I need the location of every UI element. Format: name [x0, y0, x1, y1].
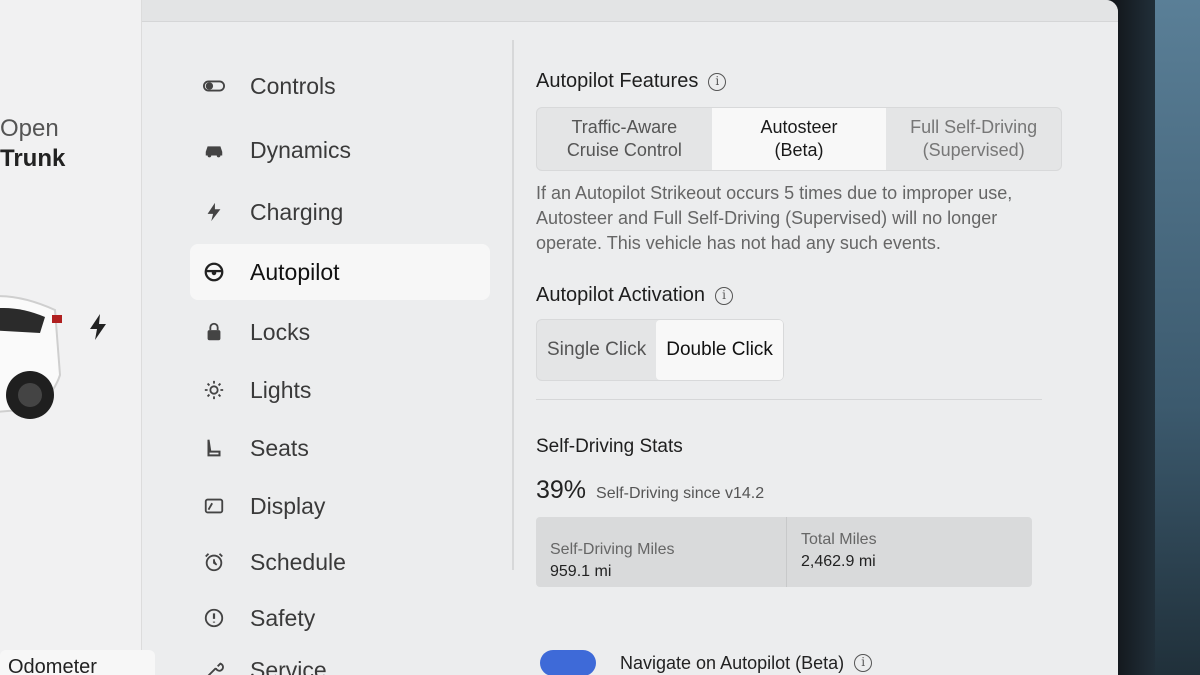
nav-label: Controls: [250, 72, 336, 99]
steering-wheel-icon: [202, 260, 226, 284]
self-driving-percent-row: 39% Self-Driving since v14.2: [536, 476, 1056, 505]
miles-table: Self-Driving Miles 959.1 mi Total Miles …: [536, 517, 1032, 587]
charging-bolt-icon: [90, 314, 106, 340]
touchscreen: Open Trunk Odometer Controls Dynamics Ch…: [0, 0, 1118, 675]
section-title-text: Autopilot Activation: [536, 284, 705, 306]
nav-item-safety[interactable]: Safety: [190, 590, 490, 646]
nav-label: Service: [250, 656, 327, 675]
nav-label: Lights: [250, 376, 312, 403]
info-icon[interactable]: i: [708, 72, 727, 91]
nav-label: Schedule: [250, 548, 346, 575]
option-single-click[interactable]: Single Click: [537, 320, 656, 380]
nav-item-charging[interactable]: Charging: [190, 184, 490, 240]
nav-item-controls[interactable]: Controls: [190, 58, 490, 114]
nav-label: Safety: [250, 604, 316, 631]
navigate-on-autopilot-row: Navigate on Autopilot (Beta) i: [540, 650, 873, 675]
section-divider: [536, 399, 1042, 400]
self-driving-percent-label: Self-Driving since v14.2: [596, 485, 765, 502]
stat-label: Self-Driving Miles: [550, 541, 675, 558]
bezel-edge: [1155, 0, 1200, 675]
light-icon: [202, 378, 226, 402]
stat-value: 959.1 mi: [550, 563, 612, 580]
display-icon: [202, 494, 226, 518]
trunk-label-line2: Trunk: [0, 145, 66, 172]
section-title-text: Autopilot Features: [536, 70, 699, 92]
nav-label: Dynamics: [250, 136, 351, 163]
total-miles-cell: Total Miles 2,462.9 mi: [786, 517, 891, 587]
option-full-self-driving[interactable]: Full Self-Driving (Supervised): [886, 108, 1061, 170]
option-double-click[interactable]: Double Click: [656, 320, 783, 380]
stat-value: 2,462.9 mi: [801, 553, 876, 570]
nav-item-service[interactable]: Service: [190, 642, 490, 675]
top-status-strip: [142, 0, 1118, 22]
settings-nav: Controls Dynamics Charging Autopilot Loc…: [190, 58, 490, 675]
nav-label: Autopilot: [250, 258, 340, 285]
screen-bezel: [1110, 0, 1200, 675]
self-driving-stats-heading: Self-Driving Stats: [536, 436, 683, 457]
nav-label: Display: [250, 492, 326, 519]
autopilot-features-selector: Traffic-Aware Cruise Control Autosteer (…: [536, 107, 1062, 171]
strikeout-description: If an Autopilot Strikeout occurs 5 times…: [536, 183, 1013, 253]
nav-item-lights[interactable]: Lights: [190, 362, 490, 418]
self-driving-miles-cell: Self-Driving Miles 959.1 mi: [536, 517, 786, 587]
option-line1: Autosteer: [760, 117, 838, 137]
alert-circle-icon: [202, 606, 226, 630]
autopilot-activation-selector: Single Click Double Click: [536, 319, 784, 381]
self-driving-percent: 39%: [536, 476, 587, 504]
nav-label: Charging: [250, 198, 344, 225]
car-panel: Open Trunk Odometer: [0, 0, 155, 675]
nav-item-display[interactable]: Display: [190, 478, 490, 534]
seat-icon: [202, 436, 226, 460]
autopilot-features-heading: Autopilot Features i: [536, 70, 1056, 93]
wrench-icon: [202, 658, 226, 675]
navigate-on-autopilot-toggle[interactable]: [540, 650, 596, 675]
car-render: [0, 295, 62, 419]
odometer-label: Odometer: [0, 650, 155, 675]
bolt-icon: [202, 200, 226, 224]
nav-item-autopilot[interactable]: Autopilot: [190, 244, 490, 300]
info-icon[interactable]: i: [715, 286, 733, 305]
navigate-on-autopilot-label: Navigate on Autopilot (Beta): [620, 652, 845, 673]
autopilot-settings-panel: Autopilot Features i Traffic-Aware Cruis…: [536, 70, 1062, 587]
autopilot-activation-heading: Autopilot Activation i: [536, 284, 1056, 307]
trunk-label-line1: Open: [0, 115, 59, 142]
option-line2: Cruise Control: [566, 140, 682, 160]
option-traffic-aware-cruise-control[interactable]: Traffic-Aware Cruise Control: [537, 108, 712, 170]
option-line2: (Beta): [774, 140, 824, 160]
lock-icon: [202, 320, 226, 344]
nav-item-locks[interactable]: Locks: [190, 304, 490, 360]
option-line2: (Supervised): [922, 140, 1025, 160]
info-icon[interactable]: i: [854, 654, 873, 672]
nav-item-schedule[interactable]: Schedule: [190, 534, 490, 590]
alarm-clock-icon: [202, 550, 226, 574]
open-trunk-button[interactable]: Open Trunk: [0, 114, 65, 174]
nav-item-dynamics[interactable]: Dynamics: [190, 122, 490, 178]
nav-divider: [512, 40, 514, 570]
nav-label: Locks: [250, 318, 311, 345]
option-line1: Full Self-Driving: [910, 117, 1038, 137]
stat-label: Total Miles: [801, 531, 877, 548]
car-icon: [202, 138, 226, 162]
option-line1: Traffic-Aware: [571, 117, 678, 137]
nav-item-seats[interactable]: Seats: [190, 420, 490, 476]
nav-label: Seats: [250, 434, 309, 461]
option-autosteer[interactable]: Autosteer (Beta): [711, 108, 887, 170]
toggle-icon: [202, 74, 226, 98]
